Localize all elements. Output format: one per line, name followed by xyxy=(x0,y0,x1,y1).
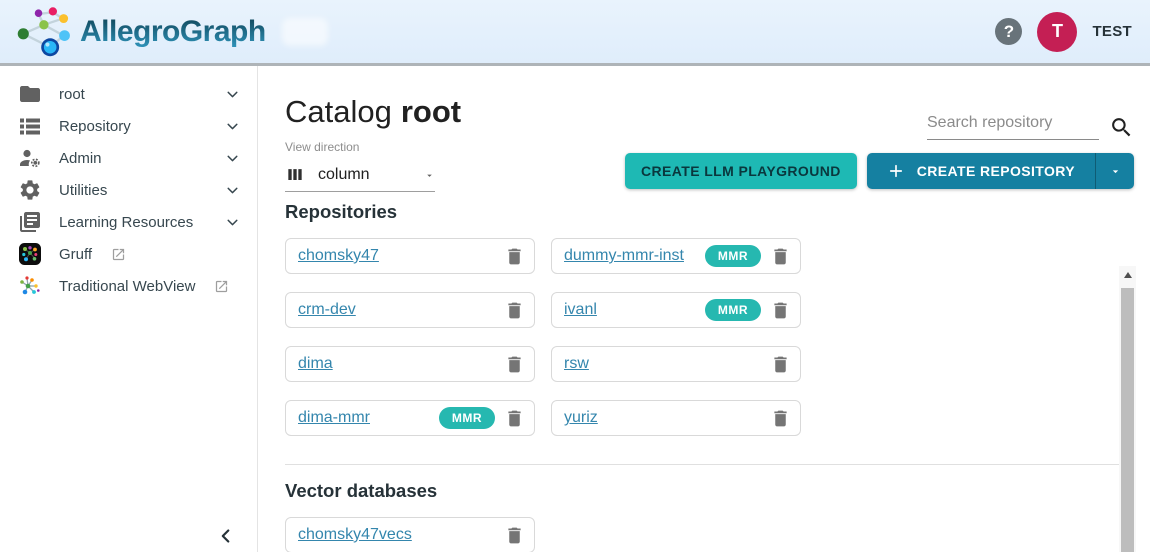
external-link-icon xyxy=(214,279,229,294)
sidebar-item-label: root xyxy=(59,85,85,103)
chevron-down-icon[interactable] xyxy=(223,181,241,199)
delete-repo-button[interactable] xyxy=(503,407,525,429)
card-grid: chomsky47 crm-dev dima dima-mmr MMR dummy-mmr… xyxy=(285,238,1119,436)
search-icon[interactable] xyxy=(1109,115,1134,140)
mmr-badge: MMR xyxy=(438,407,495,429)
sidebar-item-learning-resources[interactable]: Learning Resources xyxy=(0,206,257,238)
section-divider xyxy=(285,464,1119,465)
create-llm-playground-button[interactable]: CREATE LLM PLAYGROUND xyxy=(625,153,857,189)
library-icon xyxy=(18,210,42,234)
repo-link[interactable]: dima xyxy=(298,355,495,373)
repo-card-chomsky47vecs: chomsky47vecs xyxy=(285,517,535,552)
gruff-icon xyxy=(18,242,42,266)
column-icon xyxy=(285,165,305,185)
delete-repo-button[interactable] xyxy=(769,299,791,321)
admin-icon xyxy=(18,146,42,170)
gear-icon xyxy=(18,178,42,202)
view-direction-value: column xyxy=(318,166,370,183)
delete-repo-button[interactable] xyxy=(769,407,791,429)
delete-repo-button[interactable] xyxy=(503,353,525,375)
repo-card-rsw: rsw xyxy=(551,346,801,382)
delete-repo-button[interactable] xyxy=(503,245,525,267)
repo-link[interactable]: crm-dev xyxy=(298,301,495,319)
create-repository-button[interactable]: CREATE REPOSITORY xyxy=(866,153,1134,189)
folder-icon xyxy=(18,82,42,106)
search-group xyxy=(927,110,1134,140)
repo-card-dima: dima xyxy=(285,346,535,382)
search-input[interactable] xyxy=(927,110,1099,140)
repo-link[interactable]: chomsky47 xyxy=(298,247,495,265)
sidebar-item-traditional-webview[interactable]: Traditional WebView xyxy=(0,270,257,302)
vertical-scrollbar[interactable] xyxy=(1119,266,1136,552)
repo-card-crm-dev: crm-dev xyxy=(285,292,535,328)
chevron-down-icon[interactable] xyxy=(223,213,241,231)
sidebar-item-label: Gruff xyxy=(59,245,93,263)
sidebar-item-admin[interactable]: Admin xyxy=(0,142,257,174)
repo-card-yuriz: yuriz xyxy=(551,400,801,436)
repo-link[interactable]: chomsky47vecs xyxy=(298,526,495,544)
chevron-down-icon[interactable] xyxy=(223,117,241,135)
delete-repo-button[interactable] xyxy=(503,299,525,321)
mmr-badge: MMR xyxy=(704,299,761,321)
plus-icon xyxy=(887,162,905,180)
card-grid: chomsky47vecs xyxy=(285,517,1119,552)
action-buttons: CREATE LLM PLAYGROUND CREATE REPOSITORY xyxy=(625,153,1134,189)
sidebar-item-root[interactable]: root xyxy=(0,78,257,110)
sidebar-item-utilities[interactable]: Utilities xyxy=(0,174,257,206)
repo-link[interactable]: ivanl xyxy=(564,301,697,319)
scrollbar-thumb[interactable] xyxy=(1121,288,1134,552)
page-title-prefix: Catalog xyxy=(285,94,392,129)
repo-link[interactable]: rsw xyxy=(564,355,761,373)
sidebar: root Repository Admin Utilities Learning Res… xyxy=(0,66,258,552)
external-link-icon xyxy=(111,247,126,262)
sidebar-item-label: Traditional WebView xyxy=(59,277,196,295)
help-icon[interactable]: ? xyxy=(995,18,1023,45)
sidebar-item-label: Learning Resources xyxy=(59,213,194,231)
delete-repo-button[interactable] xyxy=(769,353,791,375)
avatar[interactable]: T xyxy=(1037,11,1078,52)
mmr-badge: MMR xyxy=(704,245,761,267)
chevron-down-icon xyxy=(424,170,435,181)
repository-icon xyxy=(18,114,42,138)
chevron-down-icon[interactable] xyxy=(223,85,241,103)
page-title: Catalog root xyxy=(285,94,461,130)
sections: Repositories chomsky47 crm-dev dima dima-mmr… xyxy=(285,201,1119,552)
repo-card-dummy-mmr-inst: dummy-mmr-inst MMR xyxy=(551,238,801,274)
delete-repo-button[interactable] xyxy=(503,524,525,546)
repo-link[interactable]: yuriz xyxy=(564,409,761,427)
repo-card-dima-mmr: dima-mmr MMR xyxy=(285,400,535,436)
create-repository-label: CREATE REPOSITORY xyxy=(916,163,1075,179)
chevron-left-icon xyxy=(215,525,237,547)
app-header: AllegroGraph ? T TEST xyxy=(0,0,1150,66)
repo-link[interactable]: dima-mmr xyxy=(298,409,431,427)
sidebar-collapse-button[interactable] xyxy=(212,522,240,550)
allegrograph-logo-icon xyxy=(14,6,72,58)
sidebar-item-gruff[interactable]: Gruff xyxy=(0,238,257,270)
sidebar-item-label: Utilities xyxy=(59,181,108,199)
brand: AllegroGraph xyxy=(14,6,328,58)
sidebar-nav: root Repository Admin Utilities Learning Res… xyxy=(0,66,257,302)
repo-card-chomsky47: chomsky47 xyxy=(285,238,535,274)
view-direction-select[interactable]: column xyxy=(285,159,435,192)
view-direction-label: View direction xyxy=(285,140,360,154)
chevron-down-icon[interactable] xyxy=(223,149,241,167)
page-title-catalog-name: root xyxy=(400,94,462,129)
sidebar-item-label: Admin xyxy=(59,149,102,167)
delete-repo-button[interactable] xyxy=(769,245,791,267)
create-repository-dropdown[interactable] xyxy=(1096,153,1134,189)
sidebar-item-repository[interactable]: Repository xyxy=(0,110,257,142)
repo-card-ivanl: ivanl MMR xyxy=(551,292,801,328)
sidebar-item-label: Repository xyxy=(59,117,131,135)
repo-link[interactable]: dummy-mmr-inst xyxy=(564,247,697,265)
main-content: Catalogroot View direction column CREATE… xyxy=(259,66,1150,552)
molecule-icon xyxy=(18,274,42,298)
brand-title: AllegroGraph xyxy=(80,14,266,48)
username-label: TEST xyxy=(1092,23,1132,40)
section-title: Repositories xyxy=(285,201,398,222)
section-title: Vector databases xyxy=(285,480,438,501)
brand-highlight xyxy=(281,17,328,46)
scrollbar-up-arrow[interactable] xyxy=(1123,272,1132,278)
